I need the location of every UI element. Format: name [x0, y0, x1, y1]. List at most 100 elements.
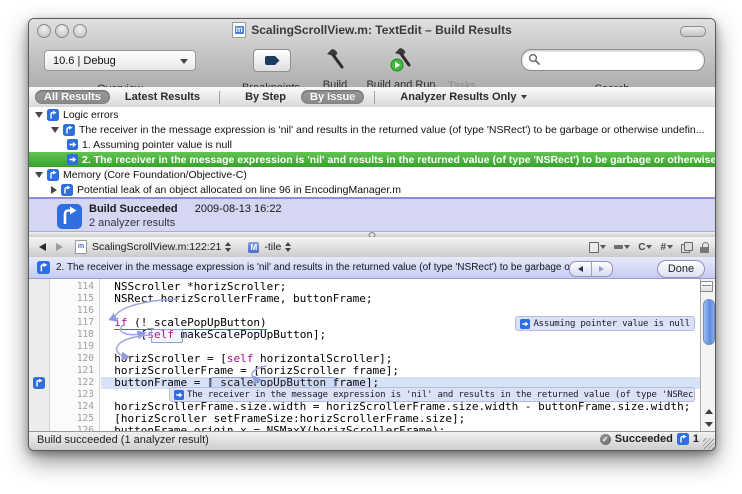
counterpart-button[interactable] — [681, 242, 692, 252]
code-token: buttonFrame.origin.x = NSMaxX(horizScrol… — [101, 424, 445, 431]
succeeded-icon: ✓ — [600, 434, 611, 445]
code-text-area[interactable]: NSScroller *horizScroller; NSRect horizS… — [101, 279, 700, 431]
line-number: 118 — [50, 329, 99, 341]
source-editor[interactable]: 114115116117118119120121122123124125126 … — [29, 279, 715, 431]
scope-latest-results[interactable]: Latest Results — [116, 90, 209, 104]
breakpoint-gutter[interactable] — [29, 279, 50, 431]
included-files-menu-button[interactable]: # — [660, 242, 673, 253]
line-number: 116 — [50, 305, 99, 317]
result-row[interactable]: Memory (Core Foundation/Objective-C) — [29, 167, 715, 182]
result-row[interactable]: The receiver in the message expression i… — [29, 122, 715, 137]
analyzer-result-icon — [57, 204, 82, 234]
analyzer-icon — [37, 261, 50, 274]
popup-stepper-icon[interactable] — [285, 242, 292, 252]
annotation-text: Assuming pointer value is null — [533, 319, 690, 329]
breakpoints-button[interactable] — [253, 49, 291, 72]
analyzer-message-text: 2. The receiver in the message expressio… — [56, 262, 581, 273]
bookmarks-menu-button[interactable] — [589, 242, 606, 253]
analyzer-results-only-menu[interactable]: Analyzer Results Only — [391, 90, 536, 104]
disclosure-triangle-icon[interactable] — [51, 127, 59, 133]
scroll-down-button[interactable] — [701, 418, 715, 431]
class-hierarchy-menu-button[interactable]: C — [638, 242, 652, 253]
history-back-button[interactable] — [39, 243, 46, 251]
title-bar[interactable]: m ScalingScrollView.m: TextEdit – Build … — [29, 19, 715, 41]
analyzer-icon — [47, 109, 59, 121]
chevron-down-icon — [600, 245, 606, 249]
annotation-text: The receiver in the message expression i… — [187, 390, 695, 400]
scope-by-step[interactable]: By Step — [236, 90, 295, 104]
scrollbar-thumb[interactable] — [703, 299, 715, 345]
line-number: 122 — [50, 377, 99, 389]
code-token: makeScalePopUpButton]; — [174, 328, 326, 341]
line-number: 120 — [50, 353, 99, 365]
disclosure-triangle-icon[interactable] — [35, 112, 43, 118]
search-input[interactable] — [521, 49, 705, 71]
editor-scrollbar[interactable] — [700, 279, 715, 431]
analyzer-token-box — [151, 329, 183, 343]
scope-by-issue[interactable]: By Issue — [301, 90, 364, 104]
result-row[interactable]: Logic errors — [29, 107, 715, 122]
popup-arrow-icon — [180, 59, 188, 64]
build-succeeded-label: Build Succeeded — [89, 203, 178, 215]
result-row[interactable]: 2. The receiver in the message expressio… — [29, 152, 715, 167]
lock-icon[interactable] — [700, 242, 709, 253]
analyzer-icon[interactable] — [677, 433, 689, 445]
previous-issue-button[interactable] — [570, 262, 591, 276]
breakpoints-menu-button[interactable] — [614, 245, 630, 249]
hash-menu-label: # — [660, 242, 666, 253]
line-number: 114 — [50, 281, 99, 293]
result-row-text: Memory (Core Foundation/Objective-C) — [63, 169, 247, 181]
disclosure-triangle-icon[interactable] — [51, 186, 57, 194]
resize-grip[interactable] — [703, 438, 714, 449]
done-button[interactable]: Done — [657, 260, 705, 278]
result-row-text: 1. Assuming pointer value is null — [82, 139, 232, 151]
scope-all-results[interactable]: All Results — [35, 90, 110, 104]
result-row[interactable]: 1. Assuming pointer value is null — [29, 137, 715, 152]
line-number: 124 — [50, 401, 99, 413]
build-button[interactable] — [322, 46, 348, 72]
code-line[interactable]: NSRect horizScrollerFrame, buttonFrame; — [101, 293, 700, 305]
result-row-text: Potential leak of an object allocated on… — [77, 184, 401, 196]
split-editor-button[interactable] — [700, 281, 713, 292]
result-row[interactable]: Potential leak of an object allocated on… — [29, 182, 715, 197]
chevron-down-icon — [624, 245, 630, 249]
next-issue-button[interactable] — [592, 262, 613, 276]
analyzer-icon — [61, 184, 73, 196]
analyzer-icon — [63, 124, 75, 136]
step-arrow-icon — [67, 139, 78, 150]
prev-next-issue-control — [569, 261, 613, 277]
scroll-up-button[interactable] — [701, 405, 715, 418]
gutter-analyzer-badge-icon[interactable] — [33, 377, 45, 389]
bar-icon — [614, 245, 623, 249]
line-number: 123 — [50, 389, 99, 401]
line-number-gutter: 114115116117118119120121122123124125126 — [50, 279, 100, 431]
inline-annotation-bubble[interactable]: Assuming pointer value is null — [515, 316, 695, 331]
method-icon: M — [248, 242, 259, 253]
step-arrow-icon — [67, 154, 78, 165]
overview-popup[interactable]: 10.6 | Debug — [44, 50, 196, 71]
build-summary-bar[interactable]: Build Succeeded 2009-08-13 16:22 2 analy… — [29, 197, 715, 232]
succeeded-label: Succeeded — [615, 433, 673, 445]
xcode-build-results-window: m ScalingScrollView.m: TextEdit – Build … — [28, 18, 716, 451]
divider — [374, 91, 375, 104]
search-icon — [528, 53, 541, 66]
editor-nav-bar: m ScalingScrollView.m:122:21 M -tile C # — [29, 237, 715, 258]
build-timestamp: 2009-08-13 16:22 — [195, 203, 282, 215]
status-message: Build succeeded (1 analyzer result) — [37, 434, 209, 446]
window-chrome: m ScalingScrollView.m: TextEdit – Build … — [29, 19, 715, 88]
page-icon — [589, 242, 599, 253]
step-arrow-icon — [174, 390, 184, 400]
build-and-run-button[interactable] — [388, 46, 414, 72]
inline-annotation-bubble[interactable]: The receiver in the message expression i… — [169, 387, 695, 402]
divider — [219, 91, 220, 104]
file-icon: m — [75, 240, 87, 254]
file-popup[interactable]: ScalingScrollView.m:122:21 — [92, 241, 221, 253]
history-forward-button[interactable] — [56, 243, 63, 251]
popup-stepper-icon[interactable] — [225, 242, 232, 252]
overview-popup-value: 10.6 | Debug — [53, 55, 116, 67]
disclosure-triangle-icon[interactable] — [35, 172, 43, 178]
symbol-popup[interactable]: -tile — [264, 241, 281, 253]
build-results-list: Logic errorsThe receiver in the message … — [29, 107, 715, 197]
chevron-down-icon — [521, 95, 527, 99]
toolbar-toggle-button[interactable] — [680, 26, 706, 37]
